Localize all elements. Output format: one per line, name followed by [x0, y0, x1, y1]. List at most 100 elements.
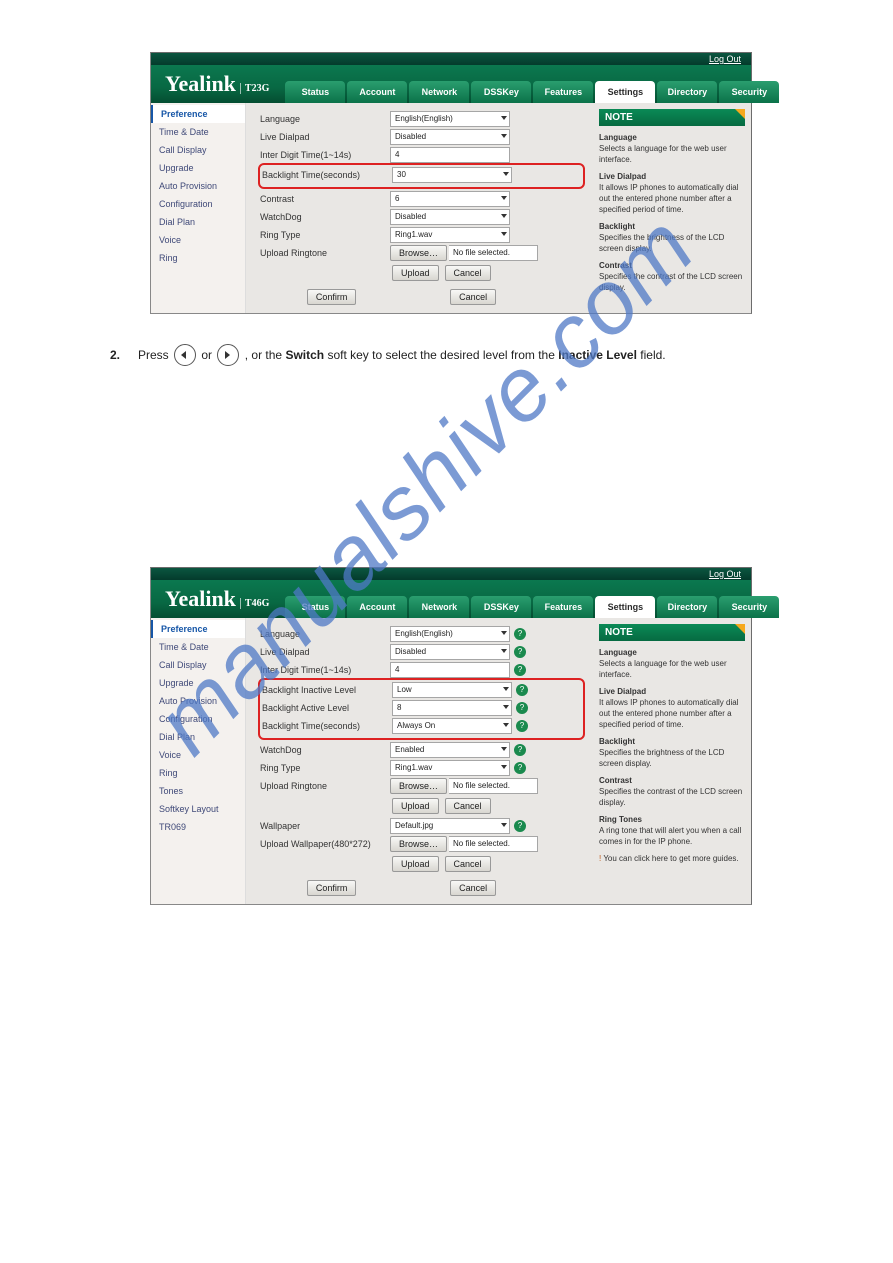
tab-network[interactable]: Network	[409, 596, 469, 618]
select-field[interactable]: 6	[390, 191, 510, 207]
tab-directory[interactable]: Directory	[657, 81, 717, 103]
tab-settings[interactable]: Settings	[595, 596, 655, 618]
help-icon[interactable]: ?	[514, 664, 526, 676]
cancel-upload-button[interactable]: Cancel	[445, 265, 491, 281]
phone-step-2: 2. Press or , or the Switch soft key to …	[110, 344, 823, 367]
tab-account[interactable]: Account	[347, 596, 407, 618]
tab-status[interactable]: Status	[285, 81, 345, 103]
note-panel: NOTE LanguageSelects a language for the …	[593, 103, 751, 313]
step-number: 2.	[110, 344, 128, 367]
upload-button[interactable]: Upload	[392, 265, 439, 281]
field-label: WatchDog	[260, 212, 390, 222]
model-tag: T46G	[240, 598, 269, 609]
sidebar-item-call-display[interactable]: Call Display	[151, 141, 245, 159]
sidebar-item-configuration[interactable]: Configuration	[151, 195, 245, 213]
form-row: WatchDogEnabled?	[260, 742, 583, 758]
select-field[interactable]: Enabled	[390, 742, 510, 758]
sidebar-item-time-date[interactable]: Time & Date	[151, 123, 245, 141]
text-field[interactable]: 4	[390, 662, 510, 678]
sidebar-item-preference[interactable]: Preference	[151, 105, 245, 123]
cancel-button[interactable]: Cancel	[450, 880, 496, 896]
help-icon[interactable]: ?	[516, 702, 528, 714]
text-field[interactable]: 4	[390, 147, 510, 163]
sidebar-item-voice[interactable]: Voice	[151, 746, 245, 764]
select-field[interactable]: Disabled	[390, 129, 510, 145]
field-label: Backlight Time(seconds)	[262, 721, 392, 731]
sidebar-item-time-date[interactable]: Time & Date	[151, 638, 245, 656]
sidebar-item-tones[interactable]: Tones	[151, 782, 245, 800]
help-icon[interactable]: ?	[514, 646, 526, 658]
help-icon[interactable]: ?	[514, 628, 526, 640]
sidebar-item-call-display[interactable]: Call Display	[151, 656, 245, 674]
tab-features[interactable]: Features	[533, 81, 593, 103]
note-more: ! You can click here to get more guides.	[599, 853, 745, 864]
cancel-upload-button[interactable]: Cancel	[445, 856, 491, 872]
browse-button[interactable]: Browse…	[390, 245, 447, 261]
select-field[interactable]: English(English)	[390, 111, 510, 127]
cancel-upload-button[interactable]: Cancel	[445, 798, 491, 814]
sidebar-item-configuration[interactable]: Configuration	[151, 710, 245, 728]
sidebar-item-dial-plan[interactable]: Dial Plan	[151, 728, 245, 746]
left-arrow-icon	[174, 344, 196, 366]
upload-button[interactable]: Upload	[392, 856, 439, 872]
help-icon[interactable]: ?	[516, 684, 528, 696]
help-icon[interactable]: ?	[514, 744, 526, 756]
logout-link[interactable]: Log Out	[709, 569, 741, 579]
select-field[interactable]: Ring1.wav	[390, 227, 510, 243]
tab-account[interactable]: Account	[347, 81, 407, 103]
sidebar-item-voice[interactable]: Voice	[151, 231, 245, 249]
select-field[interactable]: Ring1.wav	[390, 760, 510, 776]
help-icon[interactable]: ?	[514, 762, 526, 774]
select-field[interactable]: English(English)	[390, 626, 510, 642]
browse-button[interactable]: Browse…	[390, 778, 447, 794]
sidebar-item-softkey-layout[interactable]: Softkey Layout	[151, 800, 245, 818]
select-field[interactable]: Disabled	[390, 209, 510, 225]
sidebar-item-tr069[interactable]: TR069	[151, 818, 245, 836]
cancel-button[interactable]: Cancel	[450, 289, 496, 305]
tab-network[interactable]: Network	[409, 81, 469, 103]
help-icon[interactable]: ?	[514, 820, 526, 832]
select-field[interactable]: Always On	[392, 718, 512, 734]
wallpaper-select[interactable]: Default.jpg	[390, 818, 510, 834]
sidebar-item-upgrade[interactable]: Upgrade	[151, 674, 245, 692]
sidebar-item-ring[interactable]: Ring	[151, 764, 245, 782]
browse-button[interactable]: Browse…	[390, 836, 447, 852]
logout-link[interactable]: Log Out	[709, 54, 741, 64]
note-section: ContrastSpecifies the contrast of the LC…	[599, 775, 745, 808]
note-section: Ring TonesA ring tone that will alert yo…	[599, 814, 745, 847]
warning-icon: !	[599, 854, 601, 863]
form-row: Contrast6	[260, 191, 583, 207]
sidebar-item-preference[interactable]: Preference	[151, 620, 245, 638]
screenshot-t23g: Log Out YealinkT23G StatusAccountNetwork…	[150, 52, 752, 314]
tab-directory[interactable]: Directory	[657, 596, 717, 618]
field-label: Inter Digit Time(1~14s)	[260, 150, 390, 160]
select-field[interactable]: Low	[392, 682, 512, 698]
form-row: WatchDogDisabled	[260, 209, 583, 225]
sidebar-item-upgrade[interactable]: Upgrade	[151, 159, 245, 177]
right-arrow-icon	[217, 344, 239, 366]
confirm-button[interactable]: Confirm	[307, 289, 357, 305]
note-section: Live DialpadIt allows IP phones to autom…	[599, 686, 745, 730]
select-field[interactable]: 8	[392, 700, 512, 716]
sidebar-item-dial-plan[interactable]: Dial Plan	[151, 213, 245, 231]
tab-status[interactable]: Status	[285, 596, 345, 618]
help-icon[interactable]: ?	[516, 720, 528, 732]
confirm-button[interactable]: Confirm	[307, 880, 357, 896]
sidebar-item-ring[interactable]: Ring	[151, 249, 245, 267]
tab-security[interactable]: Security	[719, 81, 779, 103]
field-label: Live Dialpad	[260, 132, 390, 142]
main-tabs: StatusAccountNetworkDSSKeyFeaturesSettin…	[285, 81, 779, 103]
tab-features[interactable]: Features	[533, 596, 593, 618]
sidebar-item-auto-provision[interactable]: Auto Provision	[151, 692, 245, 710]
tab-security[interactable]: Security	[719, 596, 779, 618]
tab-dsskey[interactable]: DSSKey	[471, 81, 531, 103]
sidebar-item-auto-provision[interactable]: Auto Provision	[151, 177, 245, 195]
tab-settings[interactable]: Settings	[595, 81, 655, 103]
brand-logo: YealinkT23G	[165, 71, 269, 97]
select-field[interactable]: Disabled	[390, 644, 510, 660]
select-field[interactable]: 30	[392, 167, 512, 183]
brand-logo: YealinkT46G	[165, 586, 269, 612]
tab-dsskey[interactable]: DSSKey	[471, 596, 531, 618]
highlight-box: Backlight Inactive LevelLow?Backlight Ac…	[258, 678, 585, 740]
upload-button[interactable]: Upload	[392, 798, 439, 814]
